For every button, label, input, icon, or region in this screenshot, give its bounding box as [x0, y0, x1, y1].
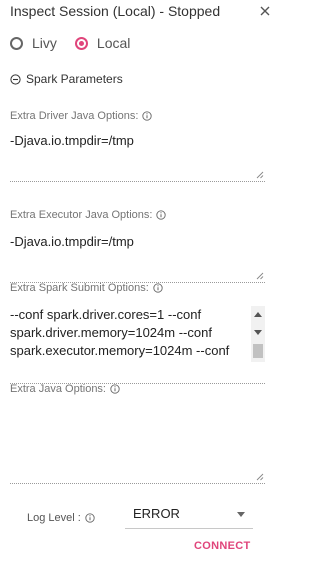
- spark-submit-scrollbar[interactable]: [251, 306, 265, 362]
- driver-java-value: -Djava.io.tmpdir=/tmp: [10, 133, 134, 148]
- spark-submit-label: Extra Spark Submit Options:: [10, 282, 163, 294]
- radio-livy[interactable]: [10, 36, 23, 50]
- radio-livy-label[interactable]: Livy: [32, 35, 57, 51]
- info-icon[interactable]: [110, 384, 120, 394]
- radio-local[interactable]: [74, 36, 88, 50]
- executor-java-label: Extra Executor Java Options:: [10, 209, 167, 221]
- java-field[interactable]: [10, 406, 265, 484]
- resize-handle-icon[interactable]: [255, 472, 264, 481]
- executor-java-value: -Djava.io.tmpdir=/tmp: [10, 234, 134, 249]
- scroll-thumb[interactable]: [253, 344, 263, 358]
- driver-java-field[interactable]: -Djava.io.tmpdir=/tmp: [10, 132, 265, 182]
- log-level-label-text: Log Level :: [27, 512, 81, 524]
- chevron-down-icon: [237, 512, 245, 517]
- info-icon[interactable]: [142, 111, 153, 121]
- spark-submit-field[interactable]: --conf spark.driver.cores=1 --conf spark…: [10, 306, 265, 384]
- collapse-icon: [10, 73, 21, 85]
- java-label-text: Extra Java Options:: [10, 383, 106, 395]
- driver-java-label: Extra Driver Java Options:: [10, 110, 153, 122]
- panel-title: Inspect Session (Local) - Stopped: [10, 3, 221, 19]
- info-icon[interactable]: [153, 283, 163, 293]
- log-level-label: Log Level :: [27, 512, 95, 524]
- connect-button[interactable]: CONNECT: [194, 540, 251, 552]
- close-icon[interactable]: [258, 4, 272, 18]
- mode-radio-group: Livy Local: [10, 35, 148, 51]
- spark-parameters-toggle[interactable]: Spark Parameters: [10, 72, 123, 86]
- resize-handle-icon[interactable]: [255, 271, 264, 280]
- spark-submit-label-text: Extra Spark Submit Options:: [10, 282, 149, 294]
- executor-java-field[interactable]: -Djava.io.tmpdir=/tmp: [10, 233, 265, 283]
- info-icon[interactable]: [156, 210, 167, 220]
- spark-submit-value: --conf spark.driver.cores=1 --conf spark…: [10, 307, 230, 358]
- scroll-down-icon[interactable]: [254, 330, 262, 335]
- driver-java-label-text: Extra Driver Java Options:: [10, 110, 139, 122]
- java-label: Extra Java Options:: [10, 383, 120, 395]
- scroll-up-icon[interactable]: [254, 312, 262, 317]
- log-level-value: ERROR: [133, 506, 180, 521]
- executor-java-label-text: Extra Executor Java Options:: [10, 209, 153, 221]
- info-icon[interactable]: [85, 513, 95, 523]
- section-title: Spark Parameters: [26, 72, 123, 86]
- resize-handle-icon[interactable]: [255, 170, 264, 179]
- log-level-select[interactable]: ERROR: [125, 503, 253, 529]
- radio-local-label[interactable]: Local: [97, 35, 130, 51]
